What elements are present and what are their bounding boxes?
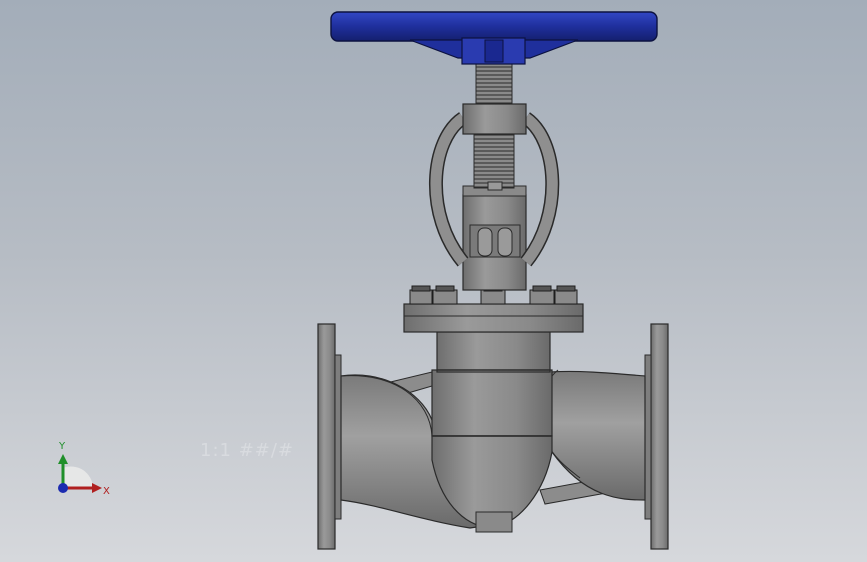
watermark-text: 1:1 ##/#	[200, 440, 295, 461]
z-axis-dot	[58, 483, 68, 493]
bonnet	[436, 331, 551, 373]
right-flange	[644, 323, 669, 550]
yoke-nut	[462, 103, 527, 135]
valve-3d-model[interactable]	[0, 0, 867, 562]
y-axis-label: Y	[59, 441, 66, 452]
graphics-viewport[interactable]: 1:1 ##/# Y X	[0, 0, 867, 562]
left-flange	[317, 323, 342, 550]
x-axis-label: X	[103, 486, 110, 497]
right-pipe-body	[537, 370, 646, 501]
handwheel[interactable]	[330, 11, 658, 65]
bonnet-flange	[403, 303, 584, 333]
reference-triad: Y X	[48, 440, 118, 510]
